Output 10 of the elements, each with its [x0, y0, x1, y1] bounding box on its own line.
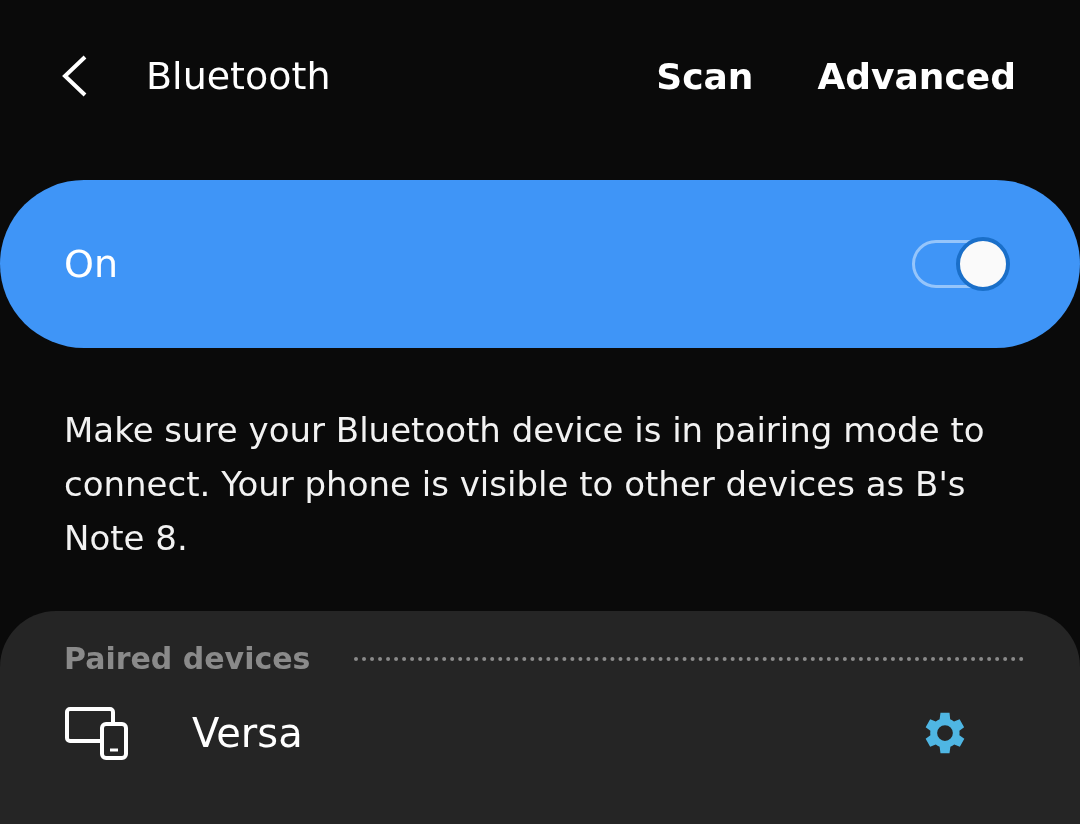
switch-label: On [64, 242, 118, 286]
device-name[interactable]: Versa [192, 710, 918, 756]
devices-icon [64, 706, 128, 760]
header-action[interactable]: Scan [656, 55, 754, 97]
description-text: Make sure your Bluetooth device is in pairing mode to connect. Your phone is visible to other devices as B's Note 8. [64, 409, 986, 560]
page-title: Bluetooth [146, 54, 332, 98]
section-heading: Paired devices [64, 641, 311, 676]
toggle-switch[interactable] [912, 237, 1010, 291]
back-icon [60, 54, 88, 98]
header-action[interactable]: Advanced [817, 55, 1016, 97]
